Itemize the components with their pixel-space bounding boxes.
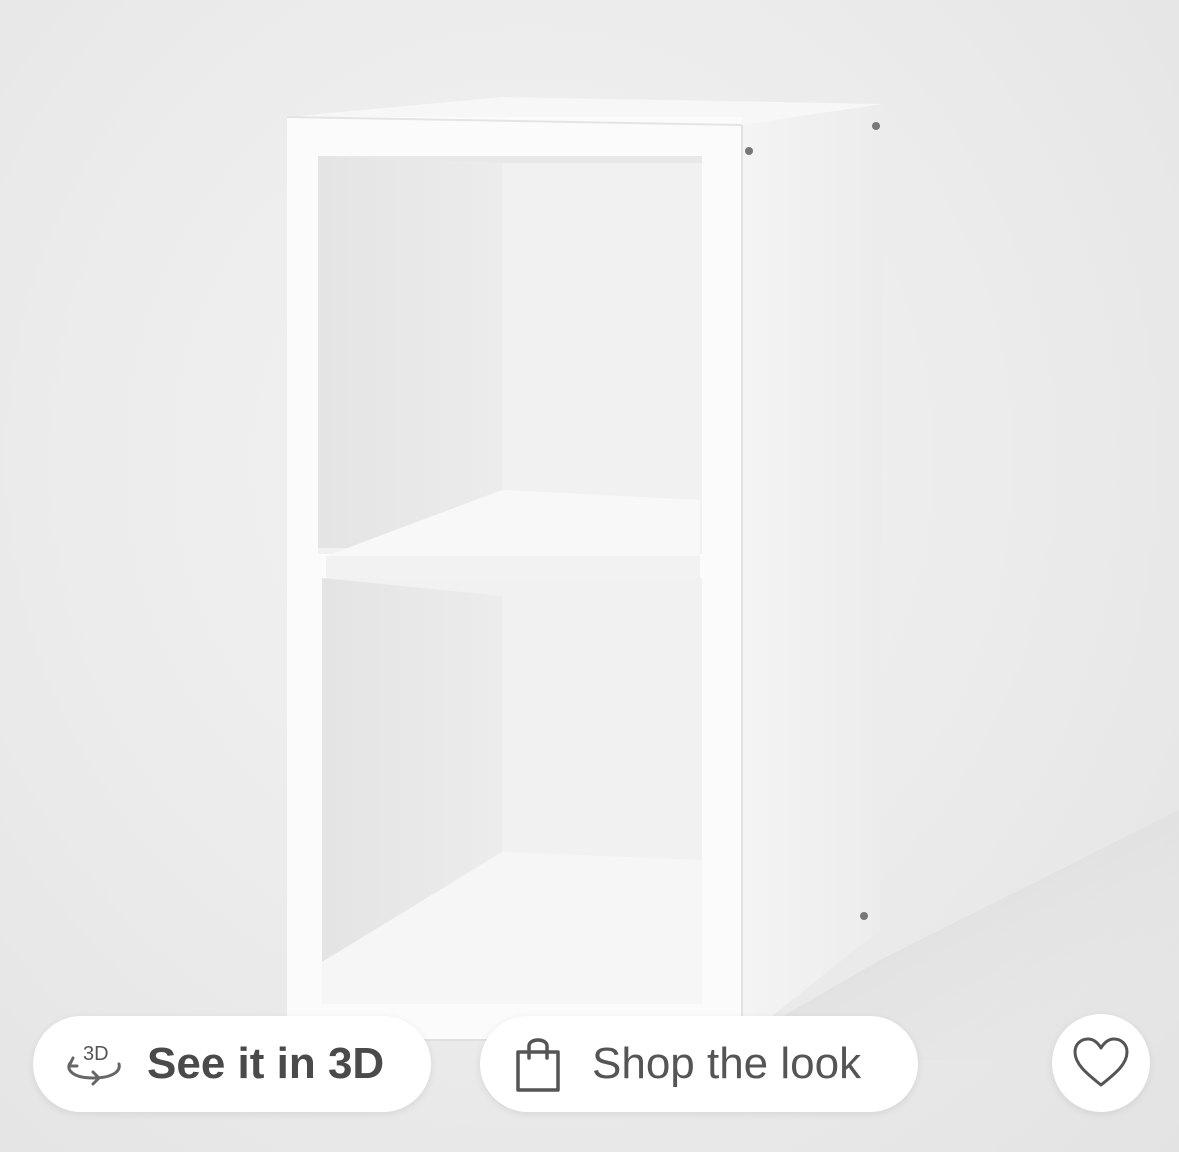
favorite-button[interactable] <box>1052 1014 1150 1112</box>
shop-the-look-label: Shop the look <box>592 1039 862 1088</box>
product-image-area[interactable] <box>0 0 1179 1152</box>
product-image <box>286 97 1179 1060</box>
shopping-bag-icon <box>514 1034 562 1094</box>
3d-icon-text: 3D <box>83 1043 109 1065</box>
shop-the-look-button[interactable]: Shop the look <box>480 1016 918 1112</box>
heart-icon <box>1072 1037 1130 1089</box>
3d-rotate-icon: 3D <box>61 1038 125 1090</box>
see-in-3d-button[interactable]: 3D See it in 3D <box>33 1016 431 1112</box>
see-in-3d-label: See it in 3D <box>147 1039 385 1088</box>
